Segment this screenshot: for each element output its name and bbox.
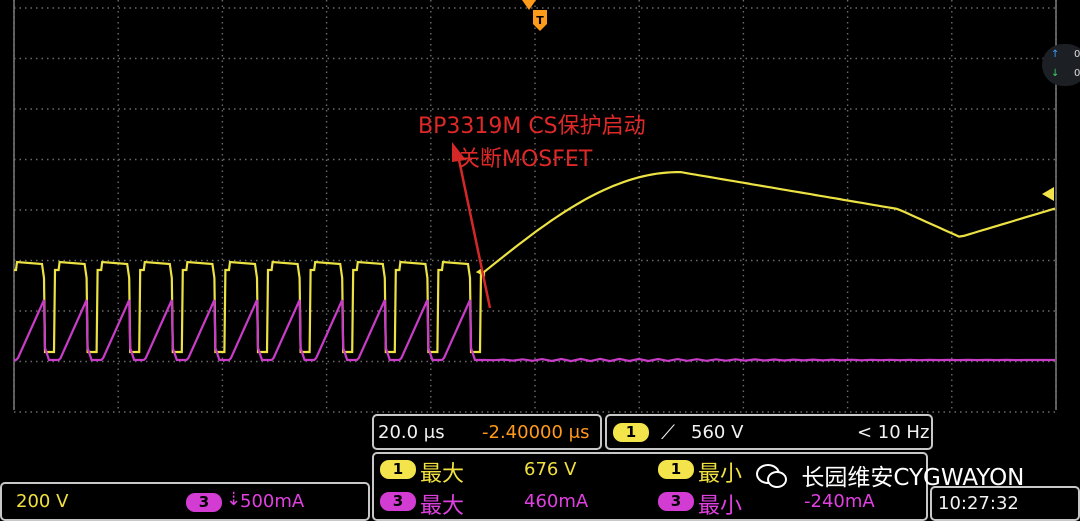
meas1-label: 最大 xyxy=(420,462,465,487)
meas3-value: 460mA xyxy=(524,491,589,512)
time-per-div: 20.0 μs xyxy=(378,422,445,443)
trigger-level-marker xyxy=(1042,187,1054,201)
meas2-label: 最小 xyxy=(698,462,743,487)
annotation-line2: 关断MOSFET xyxy=(458,147,593,172)
trigger-position-marker: T xyxy=(522,0,547,31)
timebase-readout[interactable]: 20.0 μs -2.40000 μs xyxy=(372,414,602,450)
clock-time: 10:27:32 xyxy=(938,493,1019,514)
up-value: 0 xyxy=(1074,49,1080,60)
trigger-delay: -2.40000 μs xyxy=(482,422,590,443)
up-arrow-icon[interactable]: ↑ xyxy=(1051,49,1059,60)
trigger-channel-badge: 1 xyxy=(613,423,649,442)
graticule-grid xyxy=(13,0,1057,413)
watermark: 长园维安CYGWAYON xyxy=(756,458,1024,492)
channel-scale-panel[interactable]: 200 V 3 ⇣ 500mA xyxy=(0,482,370,521)
meas4-value: -240mA xyxy=(804,491,875,512)
annotation-line1: BP3319M CS保护启动 xyxy=(418,114,646,139)
meas4-label: 最小 xyxy=(698,494,743,519)
bandwidth-limit-icon: ⇣ xyxy=(226,489,242,510)
channel3-badge: 3 xyxy=(186,493,222,512)
svg-text:T: T xyxy=(536,14,544,27)
meas4-channel-badge: 3 xyxy=(658,492,694,511)
trigger-frequency: < 10 Hz xyxy=(857,422,930,443)
side-scroll-widget[interactable]: ↑ 0 ↓ 0 xyxy=(1042,44,1080,86)
down-arrow-icon[interactable]: ↓ xyxy=(1051,68,1059,79)
trigger-level: 560 V xyxy=(691,422,744,443)
channel1-scale: 200 V xyxy=(16,491,69,512)
down-value: 0 xyxy=(1074,68,1080,79)
meas3-label: 最大 xyxy=(420,494,465,519)
meas1-channel-badge: 1 xyxy=(380,460,416,479)
wechat-logo-icon xyxy=(756,462,787,488)
meas2-channel-badge: 1 xyxy=(658,460,694,479)
meas3-channel-badge: 3 xyxy=(380,492,416,511)
watermark-text: 长园维安CYGWAYON xyxy=(801,465,1025,491)
meas1-value: 676 V xyxy=(524,459,577,480)
channel3-scale: 500mA xyxy=(240,491,305,512)
trigger-readout[interactable]: 1 ⟋ 560 V < 10 Hz xyxy=(605,414,933,450)
rising-edge-icon: ⟋ xyxy=(661,420,675,444)
